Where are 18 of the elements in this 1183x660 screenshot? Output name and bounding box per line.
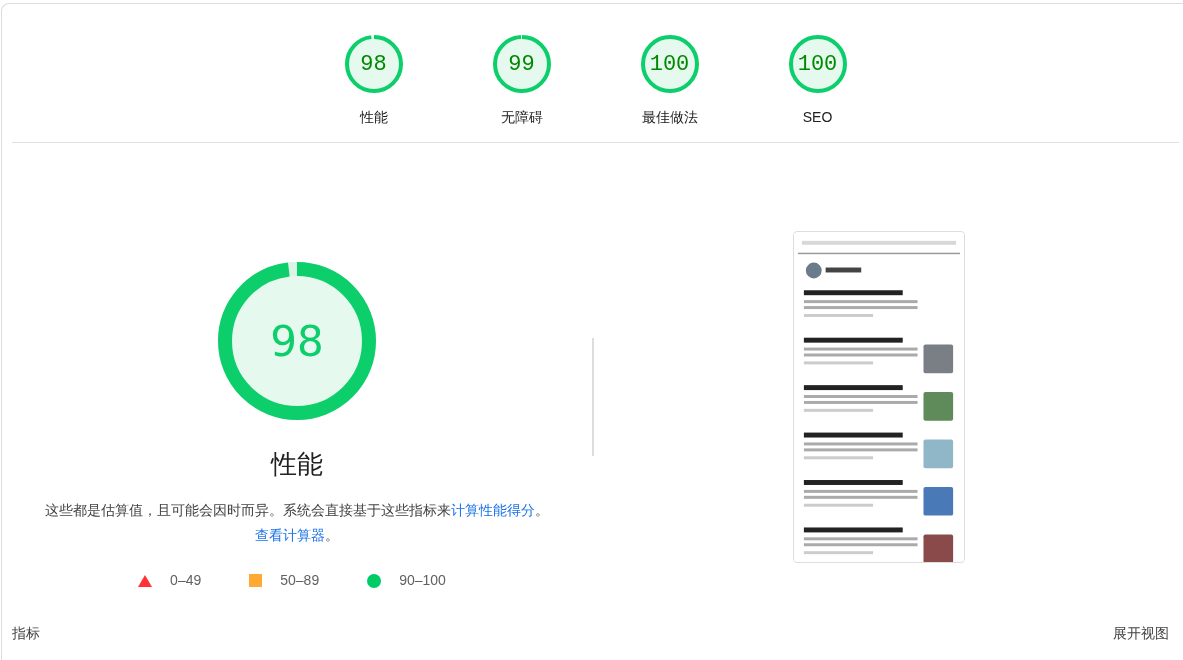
category-label[interactable]: 最佳做法: [641, 107, 698, 128]
score-value: 100: [648, 50, 691, 79]
description: 这些都是估算值，且可能会因时而异。系统会直接基于这些指标来计算性能得分。 查看计算器。: [44, 501, 550, 545]
legend-label: 50–89: [280, 571, 320, 590]
category-label[interactable]: SEO: [802, 107, 833, 128]
performance-score: 98: [269, 315, 325, 368]
metrics-heading: 指标: [12, 624, 40, 643]
link[interactable]: 查看计算器: [255, 527, 325, 543]
score-value: 98: [359, 50, 388, 79]
expand-view-toggle[interactable]: 展开视图: [1113, 623, 1169, 644]
score-value: 99: [507, 50, 536, 79]
legend-label: 90–100: [399, 571, 446, 590]
score-value: 100: [796, 50, 839, 79]
legend-label: 0–49: [170, 571, 202, 590]
link[interactable]: 计算性能得分: [451, 502, 535, 518]
category-label[interactable]: 性能: [359, 107, 388, 128]
category-label[interactable]: 无障碍: [500, 107, 543, 128]
section-title: 性能: [271, 448, 323, 481]
